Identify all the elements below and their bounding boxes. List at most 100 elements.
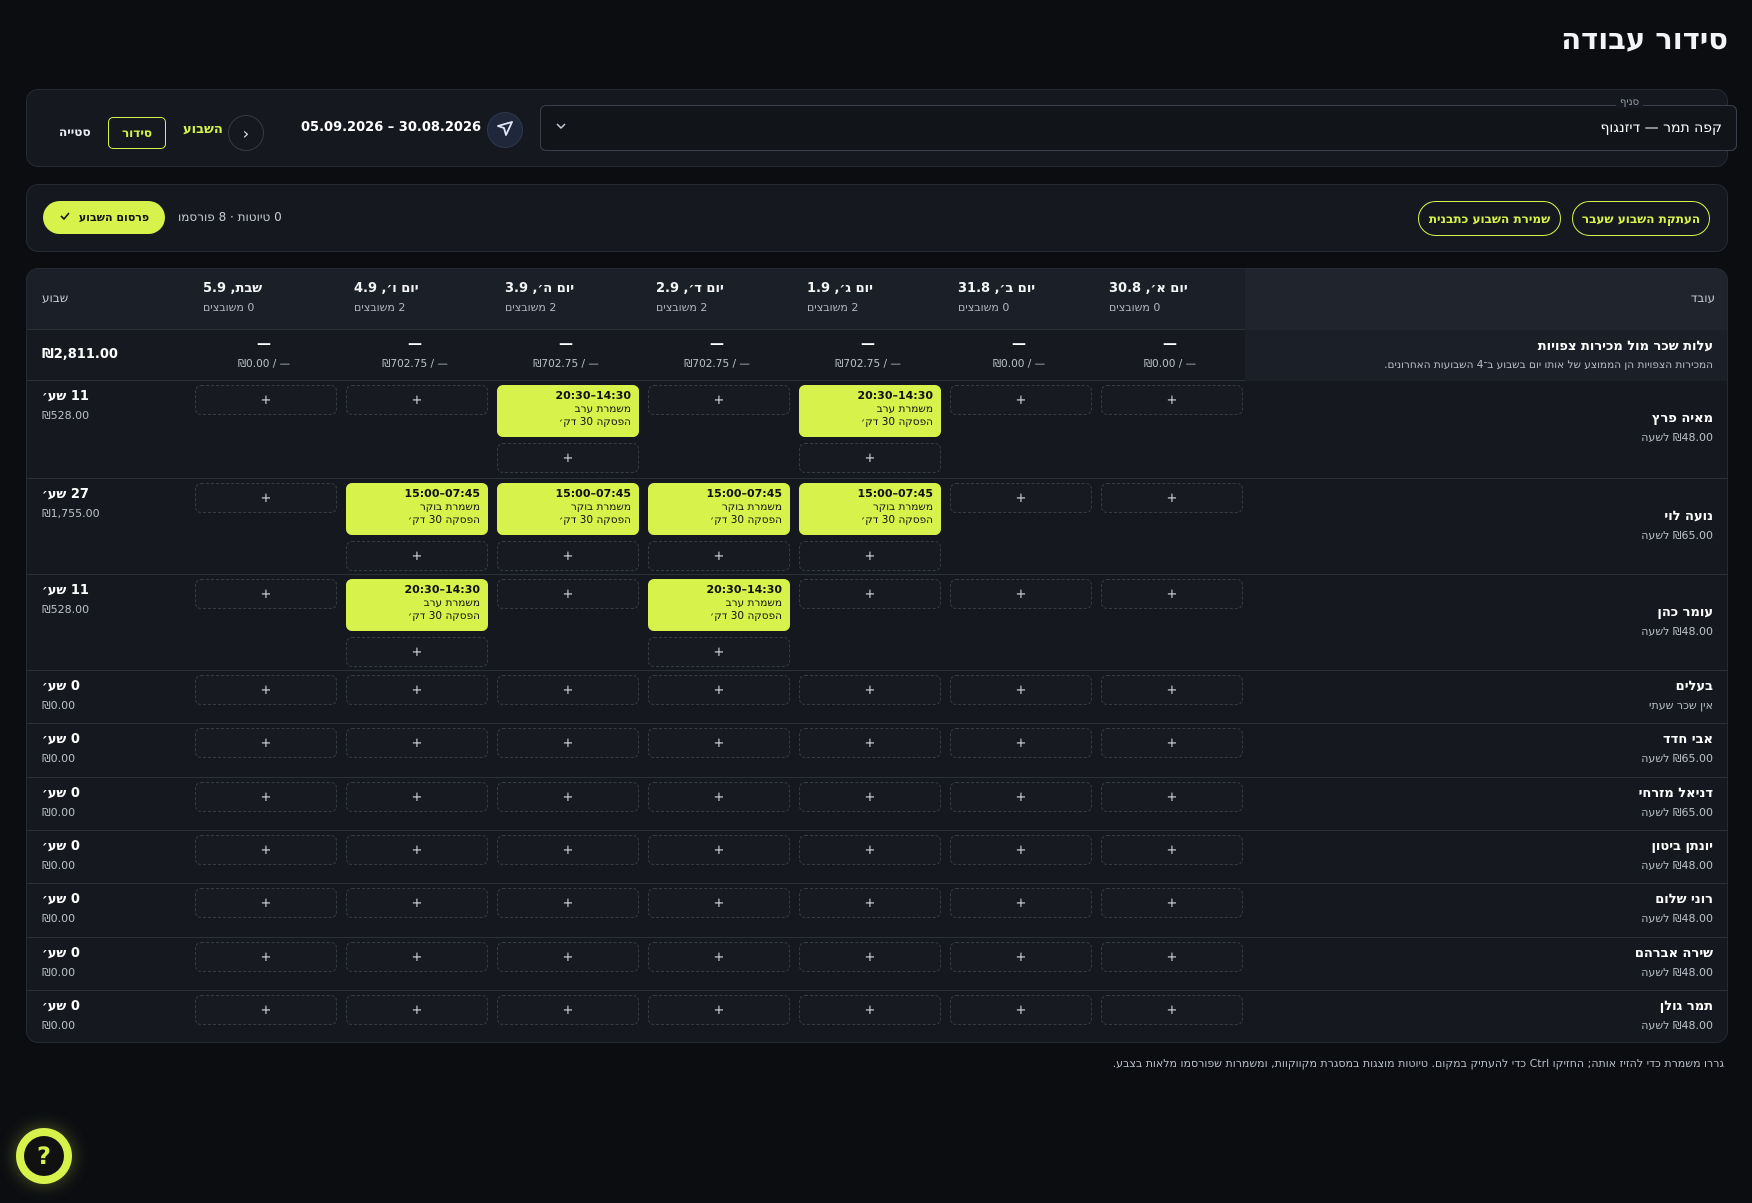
day-cost-dash: — bbox=[408, 336, 422, 352]
cost-row-note: המכירות הצפויות הן הממוצע של אותו יום בש… bbox=[1384, 359, 1713, 371]
copy-last-week-button[interactable]: העתקת השבוע שעבר bbox=[1572, 201, 1710, 236]
add-shift-button[interactable]: + bbox=[648, 728, 790, 758]
add-shift-button[interactable]: + bbox=[950, 579, 1092, 609]
employee-row: תמר גולן ₪48.00 לשעה 0 שע׳ ₪0.00 + + + + + + + bbox=[27, 991, 1727, 1042]
add-shift-button[interactable]: + bbox=[648, 541, 790, 571]
add-shift-button[interactable]: + bbox=[195, 995, 337, 1025]
add-shift-button[interactable]: + bbox=[497, 579, 639, 609]
add-shift-button[interactable]: + bbox=[799, 541, 941, 571]
add-shift-button[interactable]: + bbox=[648, 385, 790, 415]
add-shift-button[interactable]: + bbox=[1101, 995, 1243, 1025]
add-shift-button[interactable]: + bbox=[950, 995, 1092, 1025]
add-shift-button[interactable]: + bbox=[1101, 579, 1243, 609]
add-shift-button[interactable]: + bbox=[799, 675, 941, 705]
add-shift-button[interactable]: + bbox=[1101, 483, 1243, 513]
add-shift-button[interactable]: + bbox=[195, 942, 337, 972]
add-shift-button[interactable]: + bbox=[346, 541, 488, 571]
add-shift-button[interactable]: + bbox=[346, 637, 488, 667]
add-shift-button[interactable]: + bbox=[497, 835, 639, 865]
add-shift-button[interactable]: + bbox=[799, 942, 941, 972]
add-shift-button[interactable]: + bbox=[648, 637, 790, 667]
branch-select[interactable]: סניף קפה תמר — דיזנגוף bbox=[540, 97, 1737, 151]
add-shift-button[interactable]: + bbox=[799, 443, 941, 473]
add-shift-button[interactable]: + bbox=[648, 888, 790, 918]
add-shift-button[interactable]: + bbox=[950, 835, 1092, 865]
shift-card[interactable]: 07:45–15:00 משמרת בוקר הפסקה 30 דק׳ bbox=[648, 483, 790, 535]
add-shift-button[interactable]: + bbox=[346, 675, 488, 705]
add-shift-button[interactable]: + bbox=[195, 728, 337, 758]
add-shift-button[interactable]: + bbox=[1101, 835, 1243, 865]
add-shift-button[interactable]: + bbox=[1101, 942, 1243, 972]
shift-card[interactable]: 07:45–15:00 משמרת בוקר הפסקה 30 דק׳ bbox=[799, 483, 941, 535]
add-shift-button[interactable]: + bbox=[1101, 782, 1243, 812]
add-shift-button[interactable]: + bbox=[195, 385, 337, 415]
shift-card[interactable]: 14:30–20:30 משמרת ערב הפסקה 30 דק׳ bbox=[648, 579, 790, 631]
add-shift-button[interactable]: + bbox=[195, 483, 337, 513]
add-shift-button[interactable]: + bbox=[1101, 728, 1243, 758]
add-shift-button[interactable]: + bbox=[799, 579, 941, 609]
shift-card[interactable]: 07:45–15:00 משמרת בוקר הפסקה 30 דק׳ bbox=[346, 483, 488, 535]
add-shift-button[interactable]: + bbox=[648, 782, 790, 812]
add-shift-button[interactable]: + bbox=[799, 835, 941, 865]
add-shift-button[interactable]: + bbox=[950, 942, 1092, 972]
shift-type: משמרת ערב bbox=[725, 597, 782, 609]
employee-week-hours: 0 שע׳ bbox=[42, 786, 80, 801]
help-button[interactable]: ? bbox=[16, 1128, 72, 1184]
day-cost-value: ₪702.75 / — bbox=[835, 358, 901, 370]
add-shift-button[interactable]: + bbox=[346, 835, 488, 865]
save-template-button[interactable]: שמירת השבוע כתבנית bbox=[1418, 201, 1561, 236]
add-shift-button[interactable]: + bbox=[648, 942, 790, 972]
add-shift-button[interactable]: + bbox=[497, 728, 639, 758]
add-shift-button[interactable]: + bbox=[950, 782, 1092, 812]
add-shift-button[interactable]: + bbox=[346, 942, 488, 972]
add-shift-button[interactable]: + bbox=[1101, 675, 1243, 705]
add-shift-button[interactable]: + bbox=[497, 443, 639, 473]
add-shift-button[interactable]: + bbox=[950, 888, 1092, 918]
employee-week-hours: 27 שע׳ bbox=[42, 487, 89, 502]
add-shift-button[interactable]: + bbox=[950, 675, 1092, 705]
add-shift-button[interactable]: + bbox=[195, 782, 337, 812]
shift-card[interactable]: 14:30–20:30 משמרת ערב הפסקה 30 דק׳ bbox=[346, 579, 488, 631]
chevron-down-icon[interactable] bbox=[553, 118, 569, 134]
add-shift-button[interactable]: + bbox=[346, 782, 488, 812]
locate-button[interactable] bbox=[487, 112, 523, 148]
add-shift-button[interactable]: + bbox=[497, 995, 639, 1025]
shift-card[interactable]: 07:45–15:00 משמרת בוקר הפסקה 30 דק׳ bbox=[497, 483, 639, 535]
add-shift-button[interactable]: + bbox=[799, 995, 941, 1025]
publish-week-button[interactable]: פרסום השבוע bbox=[43, 201, 165, 234]
add-shift-button[interactable]: + bbox=[950, 385, 1092, 415]
add-shift-button[interactable]: + bbox=[346, 728, 488, 758]
add-shift-button[interactable]: + bbox=[497, 541, 639, 571]
add-shift-button[interactable]: + bbox=[648, 995, 790, 1025]
add-shift-button[interactable]: + bbox=[950, 483, 1092, 513]
add-shift-button[interactable]: + bbox=[195, 579, 337, 609]
employee-week-hours: 11 שע׳ bbox=[42, 583, 89, 598]
add-shift-button[interactable]: + bbox=[1101, 888, 1243, 918]
add-shift-button[interactable]: + bbox=[346, 385, 488, 415]
this-week-link[interactable]: השבוע bbox=[183, 122, 223, 137]
add-shift-button[interactable]: + bbox=[799, 782, 941, 812]
mode-schedule-tab[interactable]: סידור bbox=[108, 117, 166, 149]
add-shift-button[interactable]: + bbox=[195, 675, 337, 705]
add-shift-button[interactable]: + bbox=[799, 728, 941, 758]
add-shift-button[interactable]: + bbox=[497, 942, 639, 972]
add-shift-button[interactable]: + bbox=[195, 888, 337, 918]
add-shift-button[interactable]: + bbox=[1101, 385, 1243, 415]
add-shift-button[interactable]: + bbox=[950, 728, 1092, 758]
add-shift-button[interactable]: + bbox=[648, 835, 790, 865]
employee-name: עומר כהן bbox=[1657, 605, 1713, 620]
add-shift-button[interactable]: + bbox=[346, 995, 488, 1025]
add-shift-button[interactable]: + bbox=[497, 888, 639, 918]
add-shift-button[interactable]: + bbox=[799, 888, 941, 918]
next-week-button[interactable]: › bbox=[228, 115, 264, 151]
add-shift-button[interactable]: + bbox=[497, 782, 639, 812]
shift-card[interactable]: 14:30–20:30 משמרת ערב הפסקה 30 דק׳ bbox=[799, 385, 941, 437]
mode-deviation-tab[interactable]: סטייה bbox=[59, 125, 91, 139]
add-shift-button[interactable]: + bbox=[195, 835, 337, 865]
shift-card[interactable]: 14:30–20:30 משמרת ערב הפסקה 30 דק׳ bbox=[497, 385, 639, 437]
shift-time: 07:45–15:00 bbox=[404, 487, 480, 500]
shift-break: הפסקה 30 דק׳ bbox=[407, 610, 480, 622]
add-shift-button[interactable]: + bbox=[648, 675, 790, 705]
add-shift-button[interactable]: + bbox=[346, 888, 488, 918]
add-shift-button[interactable]: + bbox=[497, 675, 639, 705]
